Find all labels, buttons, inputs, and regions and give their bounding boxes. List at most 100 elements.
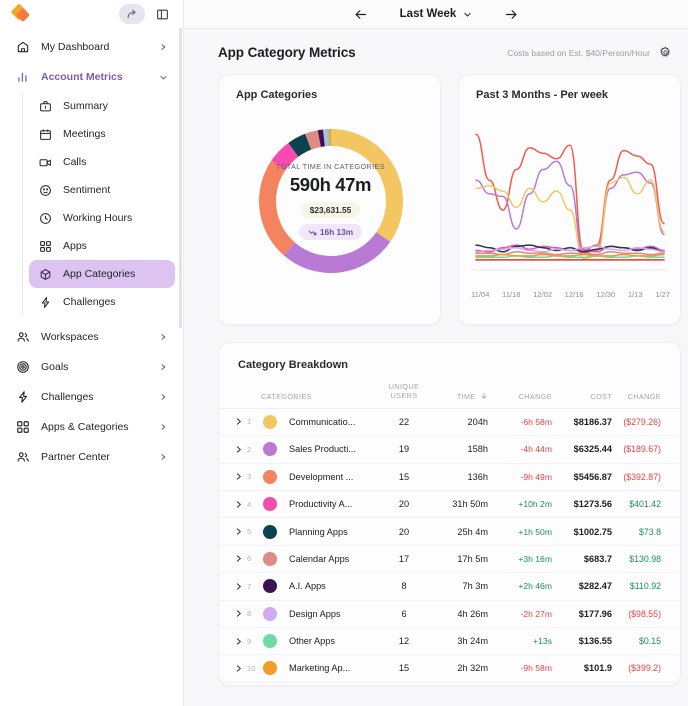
gear-icon[interactable] [659,46,672,59]
row-number: 10 [247,663,256,673]
table-row[interactable]: 1 Communicatio... 22 204h -6h 58m $8186.37 ($2… [219,408,680,436]
table-row[interactable]: 5 Planning Apps 20 25h 4m +1h 50m $1002.75 $73… [219,518,680,546]
row-expand-icon[interactable] [234,554,247,563]
sidebar-item-label: Goals [41,361,69,373]
row-number: 5 [247,527,252,537]
donut-delta-value: 16h 13m [319,227,354,237]
cell-unique-users: 8 [401,581,407,592]
column-header-time[interactable]: TIME [430,383,488,409]
sidebar-scrollbar[interactable] [179,28,182,328]
table-row[interactable]: 6 Calendar Apps 17 17h 5m +3h 16m $683.7 $130.… [219,545,680,573]
xtick: 12/02 [533,290,553,299]
column-header-time-change[interactable]: CHANGE [488,383,552,409]
cell-category: 3 Development ... [219,463,378,490]
sidebar-item-challenges-main[interactable]: Challenges [8,382,175,412]
app-categories-card: App Categories TOTAL TIME IN CATEGORIES … [218,74,441,325]
date-range-selector[interactable]: Last Week [400,8,473,20]
cell-category: 5 Planning Apps [219,518,378,545]
row-expand-icon[interactable] [234,472,247,481]
cell-time-change: -2h 27m [520,608,552,619]
column-header-unique-users[interactable]: UNIQUE USERS [378,382,430,409]
panel-toggle-icon[interactable] [149,4,175,24]
table-row[interactable]: 4 Productivity A... 20 31h 50m +10h 2m $1273.… [219,490,680,518]
cell-time: 158h [467,444,488,455]
donut-center-labels: TOTAL TIME IN CATEGORIES 590h 47m $23,63… [219,162,442,240]
cell-cost: $282.47 [578,581,612,592]
sidebar-item-summary[interactable]: Summary [29,92,175,120]
row-expand-icon[interactable] [234,445,247,454]
sidebar-item-label: Apps & Categories [41,421,129,433]
cell-time-change: +3h 16m [518,553,552,564]
table-body: 1 Communicatio... 22 204h -6h 58m $8186.37 ($2… [219,408,680,683]
cell-cost-change: $401.42 [629,499,661,510]
cell-cost: $6325.44 [573,444,612,455]
sidebar-item-meetings[interactable]: Meetings [29,120,175,148]
cell-cost: $101.9 [583,663,612,674]
row-expand-icon[interactable] [234,500,247,509]
cost-basis-note: Costs based on Est. $40/Person/Hour [507,47,650,58]
sidebar-nav: My Dashboard Account Metrics Summary Mee… [0,28,183,472]
category-color-dot [263,606,277,621]
cell-time: 25h 4m [457,526,488,537]
sidebar-item-account-metrics[interactable]: Account Metrics [8,62,175,92]
column-header-cost-change[interactable]: CHANGE [612,383,680,409]
share-icon[interactable] [119,4,145,24]
cell-category: 7 A.I. Apps [219,573,378,600]
next-period-button[interactable] [502,5,520,23]
cell-time: 17h 5m [457,553,488,564]
row-expand-icon[interactable] [234,417,247,426]
table-row[interactable]: 7 A.I. Apps 8 7h 3m +2h 46m $282.47 $110.92 [219,573,680,601]
table-row[interactable]: 2 Sales Producti... 19 158h -4h 44m $6325.44 (… [219,436,680,464]
table-row[interactable]: 9 Other Apps 12 3h 24m +13s $136.55 $0.15 [219,627,680,655]
cell-unique-users: 20 [398,526,410,537]
cards-row: App Categories TOTAL TIME IN CATEGORIES … [218,74,681,325]
sidebar-item-partner-center[interactable]: Partner Center [8,442,175,472]
table-row[interactable]: 10 Marketing Ap... 15 2h 32m -9h 58m $101.9 ($… [219,655,680,683]
row-expand-icon[interactable] [234,609,247,618]
column-header-cost[interactable]: COST [552,383,612,409]
cell-time-change: -9h 49m [520,471,552,482]
smiley-icon [37,182,54,199]
sidebar-item-apps[interactable]: Apps [29,232,175,260]
cell-time-change: +13s [533,636,552,647]
row-number: 7 [247,581,252,591]
sidebar-subitem-label: Sentiment [63,184,111,196]
row-expand-icon[interactable] [234,527,247,536]
sidebar-item-app-categories[interactable]: App Categories [29,260,175,288]
sidebar-item-goals[interactable]: Goals [8,352,175,382]
sidebar-item-workspaces[interactable]: Workspaces [8,322,175,352]
row-expand-icon[interactable] [234,637,247,646]
trend-down-icon [308,230,317,235]
cell-cost: $8186.37 [573,416,612,427]
sidebar-item-label: My Dashboard [41,41,110,53]
sidebar-subitem-label: Challenges [63,296,116,308]
row-number: 1 [247,417,252,427]
sidebar-item-sentiment[interactable]: Sentiment [29,176,175,204]
sidebar-item-working-hours[interactable]: Working Hours [29,204,175,232]
row-number: 2 [247,444,252,454]
sidebar-item-challenges[interactable]: Challenges [29,288,175,316]
cell-cost-change: $130.98 [629,553,661,564]
sidebar-item-label: Partner Center [41,451,110,463]
date-nav: Last Week [352,5,521,23]
category-name: A.I. Apps [289,581,326,592]
briefcase-icon [37,98,54,115]
row-expand-icon[interactable] [234,664,247,673]
line-series-path [475,176,665,260]
donut-total-time: 590h 47m [289,174,372,195]
sidebar-item-my-dashboard[interactable]: My Dashboard [8,32,175,62]
column-header-categories[interactable]: CATEGORIES [219,383,378,409]
table-row[interactable]: 8 Design Apps 6 4h 26m -2h 27m $177.96 ($98.55… [219,600,680,628]
sidebar-toolbar [0,0,183,28]
cell-cost: $1273.56 [573,499,612,510]
sidebar-item-calls[interactable]: Calls [29,148,175,176]
donut-chart: TOTAL TIME IN CATEGORIES 590h 47m $23,63… [219,101,442,301]
line-chart-svg [472,133,668,271]
cell-time-change: +10h 2m [518,499,552,510]
category-color-dot [263,661,277,676]
row-expand-icon[interactable] [234,582,247,591]
previous-period-button[interactable] [352,5,370,23]
table-row[interactable]: 3 Development ... 15 136h -9h 49m $5456.87 ($3… [219,463,680,491]
cell-cost: $177.96 [578,608,612,619]
sidebar-item-apps-categories[interactable]: Apps & Categories [8,412,175,442]
